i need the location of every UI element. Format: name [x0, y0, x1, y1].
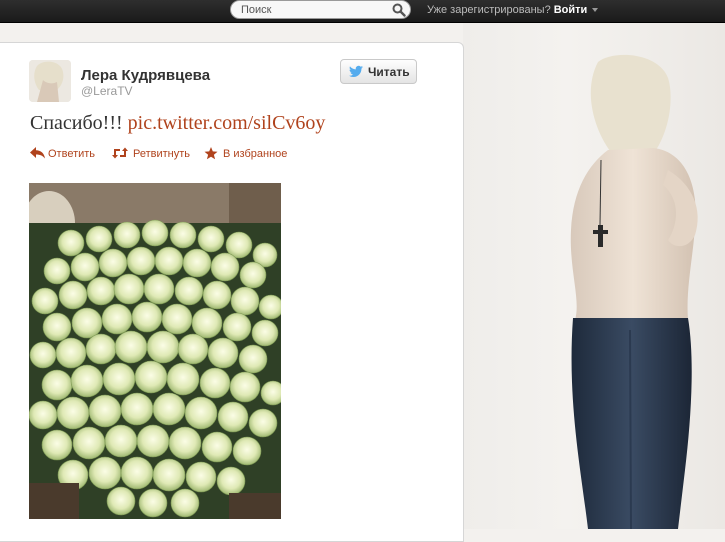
- search-icon[interactable]: [392, 3, 406, 17]
- background-artwork: [463, 0, 725, 530]
- reply-label: Ответить: [48, 148, 96, 160]
- favorite-action[interactable]: В избранное: [204, 146, 290, 162]
- login-link[interactable]: Войти: [554, 4, 588, 16]
- tweet-card: Лера Кудрявцева @LeraTV Читать Спасибо!!…: [0, 42, 464, 542]
- star-icon: [204, 147, 218, 160]
- retweet-label: Ретвитнуть: [133, 148, 191, 160]
- user-handle[interactable]: @LeraTV: [81, 84, 133, 98]
- roses-photo: [29, 183, 281, 519]
- reply-icon: [30, 147, 45, 159]
- top-navigation-bar: Уже зарегистрированы?Войти: [0, 0, 725, 23]
- twitter-bird-icon: [349, 65, 363, 78]
- tweet-text-body: Спасибо!!!: [30, 112, 123, 134]
- favorite-label: В избранное: [223, 148, 288, 160]
- tweet-media-link[interactable]: pic.twitter.com/silCv6oy: [128, 112, 326, 134]
- follow-button[interactable]: Читать: [340, 59, 417, 84]
- reply-action[interactable]: Ответить: [30, 146, 102, 162]
- avatar[interactable]: [29, 60, 71, 102]
- follow-button-label: Читать: [368, 65, 410, 79]
- chevron-down-icon[interactable]: [592, 8, 599, 13]
- tweet-text: Спасибо!!! pic.twitter.com/silCv6oy: [30, 112, 325, 135]
- login-prompt: Уже зарегистрированы? Войти: [427, 4, 599, 16]
- background-figure-illustration: [570, 54, 698, 530]
- retweet-action[interactable]: Ретвитнуть: [111, 146, 203, 162]
- search-box: [230, 0, 411, 19]
- user-name[interactable]: Лера Кудрявцева: [81, 67, 210, 84]
- search-input[interactable]: [241, 2, 381, 18]
- avatar-image: [29, 60, 71, 102]
- tweet-photo[interactable]: [29, 183, 281, 519]
- retweet-icon: [112, 147, 128, 159]
- login-prompt-text: Уже зарегистрированы?: [427, 4, 551, 16]
